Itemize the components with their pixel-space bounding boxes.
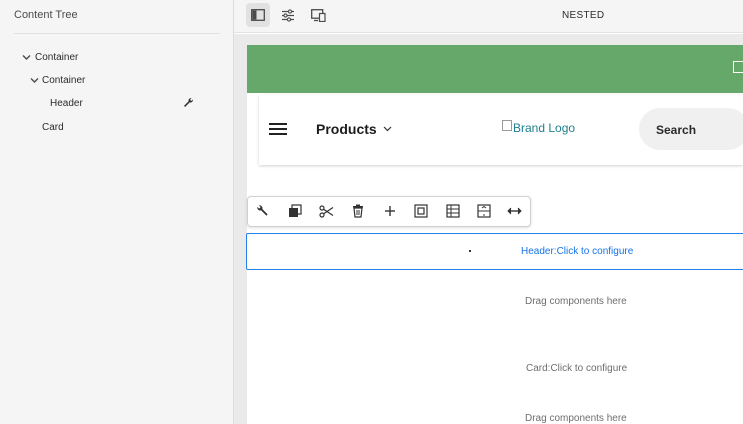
- delete-icon: [353, 204, 363, 218]
- layout-icon: [446, 204, 460, 218]
- page-title: NESTED: [562, 10, 605, 21]
- parent-icon: [477, 204, 491, 218]
- tree-item-label: Container: [35, 52, 79, 63]
- hamburger-icon[interactable]: [269, 123, 287, 135]
- side-panel-toggle-button[interactable]: [246, 3, 270, 27]
- insert-component-button[interactable]: [382, 203, 398, 219]
- header-component-placeholder[interactable]: [246, 233, 743, 270]
- header-configure-text[interactable]: Header:Click to configure: [521, 246, 633, 257]
- properties-button[interactable]: [276, 3, 300, 27]
- tree-item-container-nested[interactable]: Container: [30, 75, 85, 86]
- divider: [14, 33, 220, 34]
- chevron-down-icon: [383, 126, 392, 132]
- wrench-icon: [257, 205, 268, 216]
- products-label: Products: [316, 121, 377, 137]
- chevron-down-icon[interactable]: [22, 53, 32, 62]
- select-parent-button[interactable]: [476, 203, 492, 219]
- emulator-button[interactable]: [306, 3, 330, 27]
- brand-logo[interactable]: Brand Logo: [502, 119, 576, 135]
- tree-item-card[interactable]: Card: [42, 122, 64, 133]
- properties-icon: [282, 8, 294, 22]
- emulator-icon: [310, 8, 326, 22]
- search-label: Search: [656, 123, 697, 137]
- configure-button[interactable]: [255, 203, 271, 219]
- editor-topbar: NESTED: [234, 0, 743, 33]
- wrench-icon[interactable]: [182, 97, 194, 109]
- content-tree-title: Content Tree: [14, 9, 78, 21]
- resize-button[interactable]: [506, 203, 522, 219]
- drag-components-here[interactable]: Drag components here: [525, 413, 627, 424]
- group-icon: [414, 204, 428, 218]
- placeholder-dot: [469, 250, 471, 252]
- delete-button[interactable]: [350, 203, 366, 219]
- layout-button[interactable]: [445, 203, 461, 219]
- cut-icon: [318, 204, 333, 218]
- content-tree-panel: Content Tree Container Container Header …: [0, 0, 234, 424]
- copy-button[interactable]: [287, 203, 303, 219]
- tree-item-label: Card: [42, 122, 64, 133]
- tree-item-container[interactable]: Container: [22, 52, 78, 63]
- brand-logo-alt-text: Brand Logo: [513, 121, 576, 135]
- tree-item-label: Container: [42, 75, 86, 86]
- products-menu[interactable]: Products: [316, 121, 392, 137]
- site-header-bar: [247, 45, 743, 93]
- group-button[interactable]: [413, 203, 429, 219]
- side-panel-icon: [251, 9, 265, 21]
- drag-components-here[interactable]: Drag components here: [525, 296, 627, 307]
- tree-item-header[interactable]: Header: [50, 98, 83, 109]
- tree-item-label: Header: [50, 98, 83, 109]
- broken-image-icon: [502, 119, 512, 131]
- add-icon: [385, 206, 395, 216]
- resize-icon: [506, 207, 522, 215]
- cut-button[interactable]: [318, 203, 334, 219]
- broken-image-icon: [733, 61, 743, 73]
- card-configure-text[interactable]: Card:Click to configure: [526, 363, 627, 374]
- chevron-down-icon[interactable]: [30, 76, 40, 85]
- copy-icon: [289, 204, 302, 217]
